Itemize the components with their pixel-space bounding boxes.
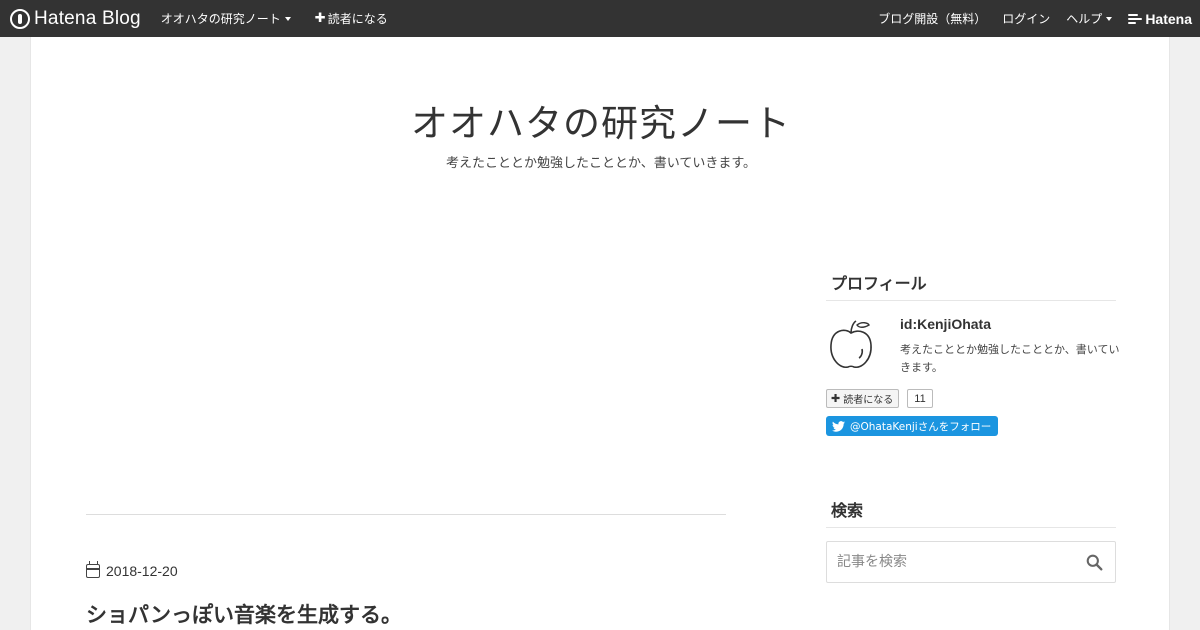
twitter-bird-icon xyxy=(832,420,845,432)
profile-user-id[interactable]: id:KenjiOhata xyxy=(900,316,991,332)
subscribe-label: 読者になる xyxy=(327,12,388,26)
caret-down-icon xyxy=(1106,16,1113,21)
login-link[interactable]: ログイン xyxy=(1002,10,1050,27)
hatena-logo-text: Hatena xyxy=(1145,10,1192,27)
caret-down-icon xyxy=(284,16,291,21)
create-blog-label: ブログ開設（無料） xyxy=(878,12,987,26)
hatena-blog-icon xyxy=(10,8,30,29)
hatena-blog-logo[interactable]: Hatena Blog xyxy=(10,8,141,30)
entry-date[interactable]: 2018-12-20 xyxy=(86,561,178,579)
create-blog-link[interactable]: ブログ開設（無料） xyxy=(878,10,986,27)
login-label: ログイン xyxy=(1002,12,1051,26)
subscribe-button-label: 読者になる xyxy=(843,395,894,406)
plus-icon: ✚ xyxy=(314,11,326,26)
profile-heading: プロフィール xyxy=(826,270,1116,301)
search-heading: 検索 xyxy=(826,497,1116,528)
brand-text: Hatena Blog xyxy=(34,7,141,29)
twitter-follow-button[interactable]: @OhataKenjiさんをフォロー xyxy=(826,416,998,436)
plus-icon: ✚ xyxy=(831,392,841,405)
subscribe-link[interactable]: ✚ 読者になる xyxy=(315,10,388,27)
blog-container: オオハタの研究ノート 考えたこととか勉強したこととか、書いていきます。 2018… xyxy=(30,37,1170,630)
blog-menu-label: オオハタの研究ノート xyxy=(160,12,281,26)
calendar-icon xyxy=(86,561,100,578)
subscriber-count: 11 xyxy=(907,389,933,408)
entry-date-text: 2018-12-20 xyxy=(106,563,178,579)
twitter-follow-label: @OhataKenjiさんをフォロー xyxy=(850,420,992,433)
blog-title[interactable]: オオハタの研究ノート xyxy=(31,93,1171,147)
help-dropdown[interactable]: ヘルプ xyxy=(1066,10,1113,27)
apple-avatar-icon[interactable] xyxy=(826,319,876,373)
hatena-stripes-icon xyxy=(1128,13,1143,24)
search-input[interactable] xyxy=(827,543,1067,581)
entry-divider xyxy=(86,514,726,515)
blog-menu-dropdown[interactable]: オオハタの研究ノート xyxy=(161,10,291,27)
global-header: Hatena Blog オオハタの研究ノート ✚ 読者になる ブログ開設（無料）… xyxy=(0,0,1200,37)
profile-description: 考えたこととか勉強したこととか、書いていきます。 xyxy=(900,343,1120,374)
entry-title[interactable]: ショパンっぽい音楽を生成する。 xyxy=(86,599,402,629)
hatena-logo[interactable]: Hatena xyxy=(1128,11,1192,27)
blog-description: 考えたこととか勉強したこととか、書いていきます。 xyxy=(445,156,757,171)
profile-subscribe-button[interactable]: ✚ 読者になる xyxy=(826,389,900,408)
search-icon[interactable] xyxy=(1086,554,1103,571)
help-label: ヘルプ xyxy=(1066,12,1103,26)
search-box xyxy=(826,541,1116,583)
